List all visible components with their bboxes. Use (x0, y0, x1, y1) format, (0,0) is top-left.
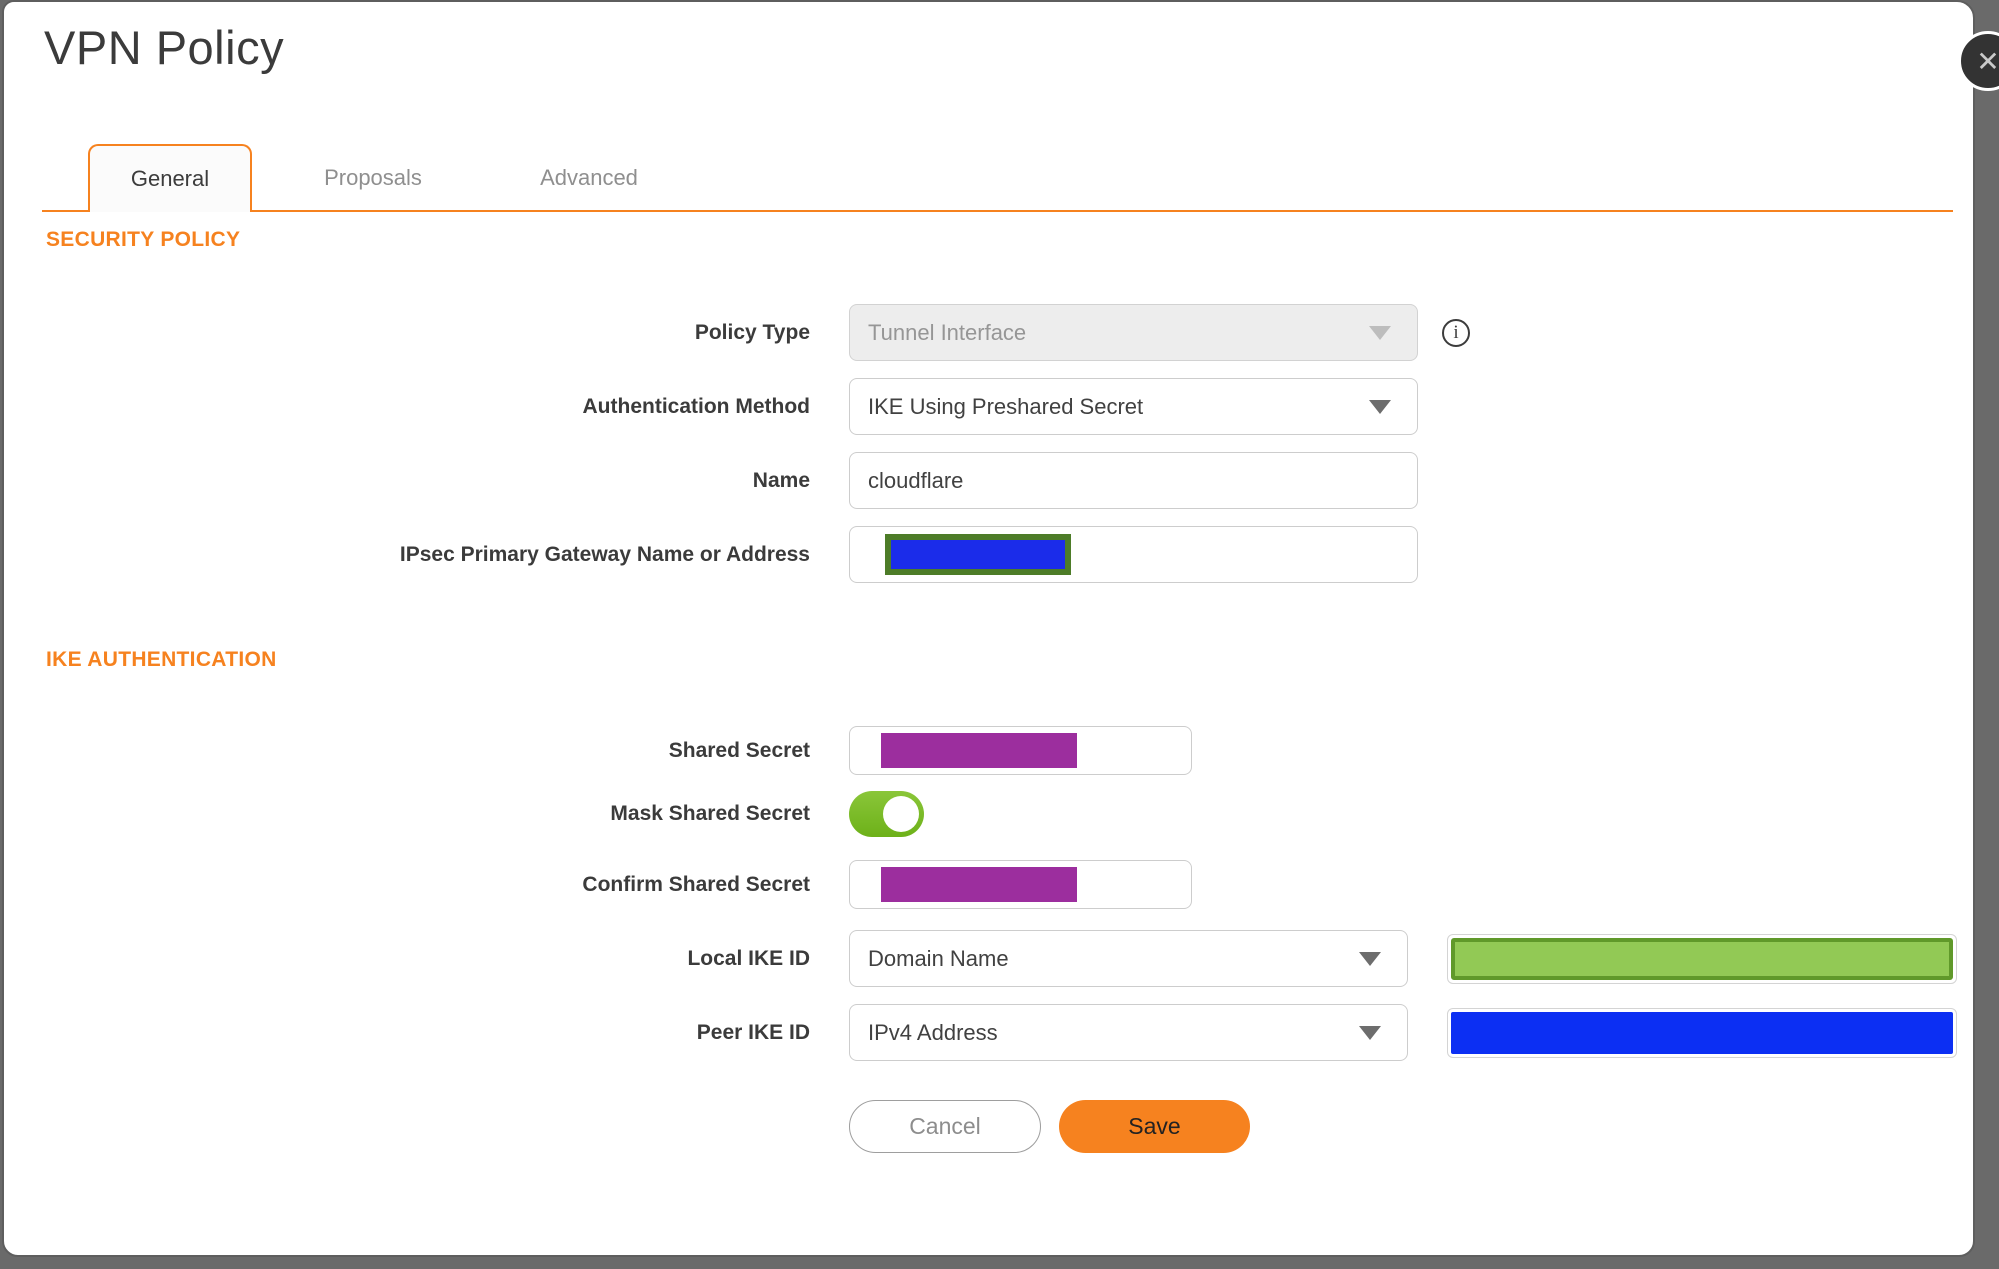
redacted-local-ike-id-value (1451, 937, 1953, 980)
confirm-shared-secret-label: Confirm Shared Secret (582, 872, 810, 896)
info-icon[interactable]: i (1442, 318, 1470, 347)
confirm-shared-secret-row: Confirm Shared Secret (4, 860, 1192, 909)
section-ike-authentication: IKE AUTHENTICATION (46, 648, 277, 671)
dialog-actions: Cancel Save (849, 1100, 1250, 1153)
save-button[interactable]: Save (1059, 1100, 1250, 1153)
mask-shared-secret-toggle[interactable] (849, 791, 924, 837)
page-title: VPN Policy (44, 21, 285, 74)
redacted-shared-secret-value (881, 733, 1077, 768)
chevron-down-icon (1359, 1025, 1381, 1040)
authentication-method-label: Authentication Method (582, 394, 810, 418)
name-row: Name (4, 452, 1418, 509)
gateway-input[interactable] (849, 526, 1418, 583)
confirm-shared-secret-input[interactable] (849, 860, 1192, 909)
close-button[interactable]: ✕ (1958, 31, 1999, 91)
redacted-gateway-value (885, 534, 1071, 575)
shared-secret-input[interactable] (849, 726, 1192, 775)
peer-ike-id-label: Peer IKE ID (696, 1020, 810, 1044)
peer-ike-id-type-value: IPv4 Address (868, 1019, 998, 1045)
authentication-method-select[interactable]: IKE Using Preshared Secret (849, 378, 1418, 435)
mask-shared-secret-row: Mask Shared Secret (4, 791, 924, 837)
local-ike-id-type-value: Domain Name (868, 945, 1009, 971)
tab-proposals[interactable]: Proposals (302, 144, 444, 212)
gateway-label: IPsec Primary Gateway Name or Address (399, 542, 810, 566)
redacted-peer-ike-id-value (1451, 1011, 1953, 1054)
name-input[interactable] (849, 452, 1418, 509)
mask-shared-secret-label: Mask Shared Secret (610, 802, 810, 825)
policy-type-value: Tunnel Interface (868, 319, 1027, 345)
chevron-down-icon (1359, 951, 1381, 966)
toggle-knob (883, 796, 919, 832)
peer-ike-id-row: Peer IKE ID IPv4 Address (4, 1004, 1957, 1061)
chevron-down-icon (1369, 399, 1391, 414)
tab-advanced[interactable]: Advanced (518, 144, 660, 212)
modal-backdrop: VPN Policy ✕ General Proposals Advanced … (0, 0, 1999, 1269)
local-ike-id-select[interactable]: Domain Name (849, 930, 1408, 987)
redacted-confirm-shared-secret-value (881, 867, 1077, 902)
policy-type-label: Policy Type (694, 320, 810, 344)
local-ike-id-label: Local IKE ID (687, 946, 810, 970)
peer-ike-id-input[interactable] (1447, 1007, 1957, 1058)
policy-type-select: Tunnel Interface (849, 304, 1418, 361)
policy-type-row: Policy Type Tunnel Interface i (4, 304, 1470, 361)
local-ike-id-row: Local IKE ID Domain Name (4, 930, 1957, 987)
cancel-button[interactable]: Cancel (849, 1100, 1041, 1153)
gateway-row: IPsec Primary Gateway Name or Address (4, 526, 1418, 583)
local-ike-id-input[interactable] (1447, 933, 1957, 984)
section-security-policy: SECURITY POLICY (46, 228, 241, 251)
shared-secret-row: Shared Secret (4, 726, 1192, 775)
vpn-policy-dialog: VPN Policy ✕ General Proposals Advanced … (2, 0, 1999, 1257)
peer-ike-id-select[interactable]: IPv4 Address (849, 1004, 1408, 1061)
name-label: Name (752, 468, 810, 492)
tab-general[interactable]: General (88, 144, 252, 212)
chevron-down-icon (1369, 325, 1391, 340)
close-icon: ✕ (1976, 45, 1999, 77)
shared-secret-label: Shared Secret (668, 738, 810, 762)
authentication-method-value: IKE Using Preshared Secret (868, 393, 1144, 419)
authentication-method-row: Authentication Method IKE Using Preshare… (4, 378, 1418, 435)
